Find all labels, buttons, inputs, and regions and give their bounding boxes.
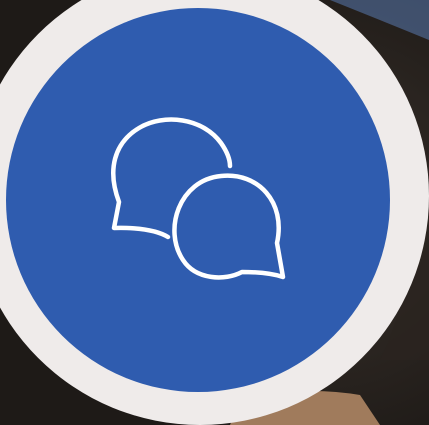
badge-disc [6,8,390,392]
chat-bubble-front [172,173,286,280]
chat-feature-badge [0,0,429,425]
chat-bubbles-icon [111,117,286,280]
